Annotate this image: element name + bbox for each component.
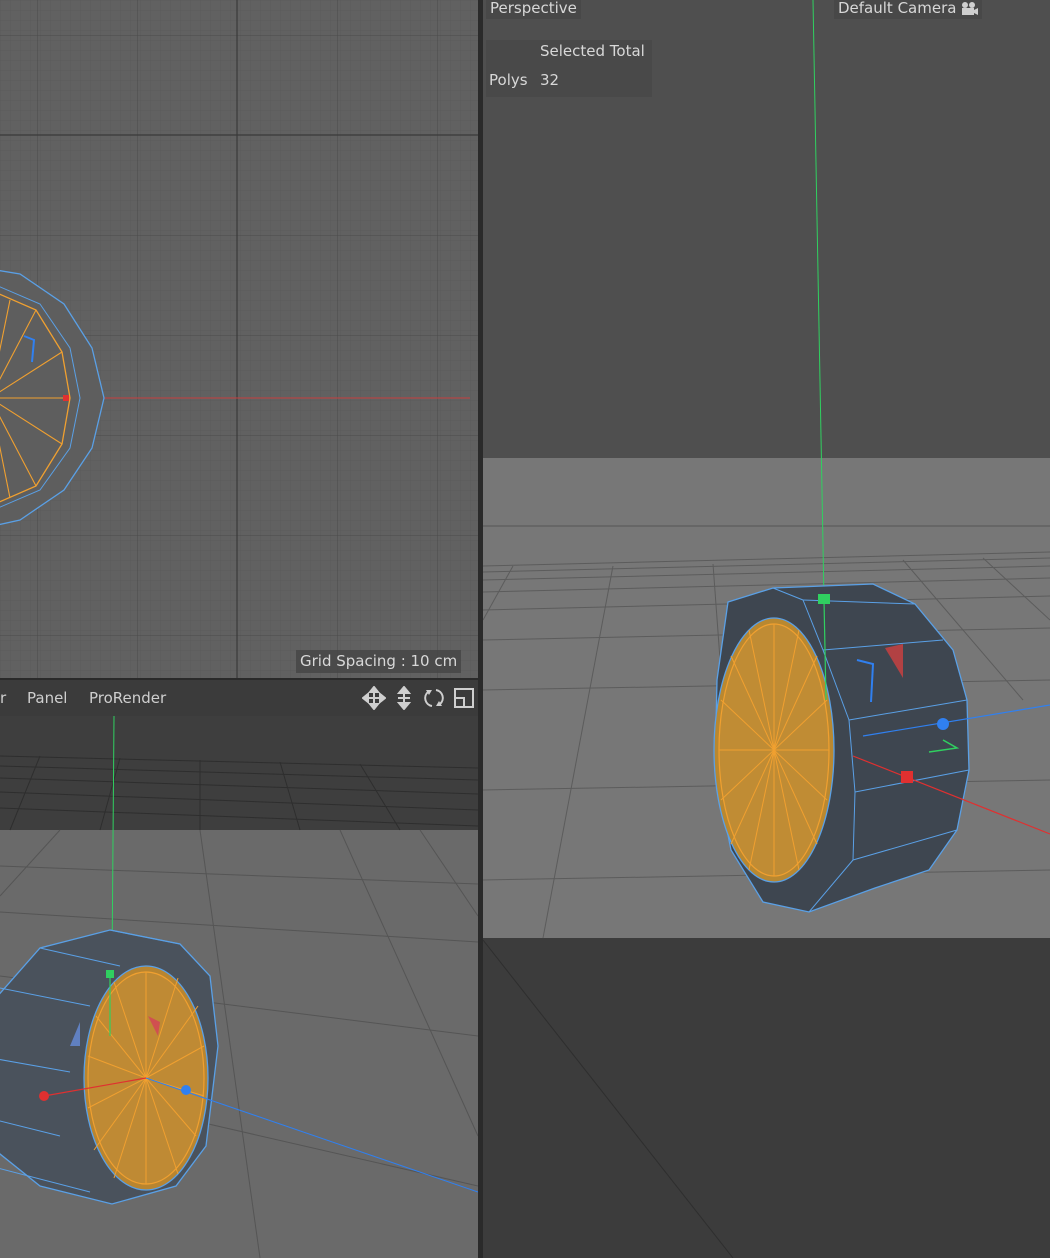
view-name-label[interactable]: Perspective bbox=[486, 0, 581, 19]
menu-item-truncated[interactable]: r bbox=[0, 689, 6, 707]
move-view-icon[interactable] bbox=[362, 686, 386, 710]
small-perspective-canvas[interactable] bbox=[0, 716, 478, 1258]
perspective-viewport[interactable]: Perspective Default Camera bbox=[483, 0, 1050, 1258]
grid-spacing-label: Grid Spacing : 10 cm bbox=[296, 650, 462, 673]
stats-row-value: 32 bbox=[540, 71, 560, 89]
rotate-view-icon[interactable] bbox=[422, 686, 446, 710]
menu-item-prorender[interactable]: ProRender bbox=[89, 689, 166, 707]
poly-stats-panel: Selected Total Polys 32 bbox=[486, 40, 652, 97]
stats-column-header: Selected Total bbox=[540, 42, 645, 60]
perspective-viewport-canvas[interactable] bbox=[483, 0, 1050, 1258]
toggle-layout-icon[interactable] bbox=[452, 686, 476, 710]
camera-icon bbox=[960, 0, 979, 16]
zoom-view-icon[interactable] bbox=[392, 686, 416, 710]
front-viewport-canvas[interactable] bbox=[0, 0, 478, 678]
front-viewport[interactable]: Grid Spacing : 10 cm bbox=[0, 0, 478, 678]
small-perspective-viewport[interactable] bbox=[0, 716, 478, 1258]
small-viewport-menubar: r Panel ProRender bbox=[0, 680, 478, 716]
stats-row-label: Polys bbox=[489, 71, 528, 89]
camera-label[interactable]: Default Camera bbox=[834, 0, 983, 19]
camera-label-text: Default Camera bbox=[838, 0, 957, 17]
menu-item-panel[interactable]: Panel bbox=[27, 689, 67, 707]
